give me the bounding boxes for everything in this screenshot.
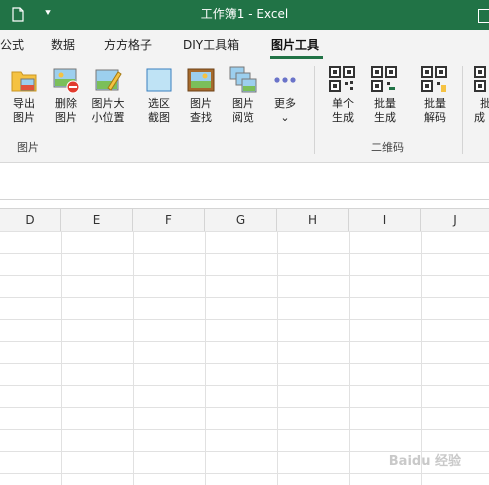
screenshot-icon (145, 66, 173, 94)
formula-bar-area[interactable] (0, 163, 489, 200)
find-image-button[interactable]: 图片 查找 (182, 66, 220, 125)
button-label: 更多 (274, 97, 296, 110)
ribbon-tabs: 公式 数据 方方格子 DIY工具箱 图片工具 (0, 30, 489, 60)
button-label: 生成 (374, 111, 396, 124)
button-label: 批 (480, 97, 489, 110)
qr-single-generate-button[interactable]: 单个 生成 (324, 66, 362, 125)
window-title: 工作簿1 - Excel (200, 7, 289, 21)
tab-formulas[interactable]: 公式 (0, 37, 24, 53)
button-label: 图片 (190, 97, 212, 110)
grid-line (205, 231, 206, 485)
qr-batch-generate-button[interactable]: 批量 生成 (366, 66, 404, 125)
button-label: 删除 (55, 97, 77, 110)
grid-line (349, 231, 350, 485)
qr-partial-icon (470, 66, 489, 94)
active-tab-indicator (270, 56, 323, 59)
cell-grid[interactable] (0, 231, 489, 485)
button-label: 生成 (332, 111, 354, 124)
button-label: 查找 (190, 111, 212, 124)
group-separator (314, 66, 315, 154)
column-header[interactable]: G (205, 209, 277, 231)
qr-decode-icon (421, 66, 449, 94)
button-label: 图片 (13, 111, 35, 124)
resize-image-icon (94, 66, 122, 94)
image-viewer-icon (229, 66, 257, 94)
column-header[interactable]: E (61, 209, 133, 231)
grid-line (133, 231, 134, 485)
export-image-button[interactable]: 导出 图片 (5, 66, 43, 125)
title-bar: ⯆ 工作簿1 - Excel (0, 0, 489, 30)
qr-single-icon (329, 66, 357, 94)
qr-batch-icon (371, 66, 399, 94)
grid-line (277, 231, 278, 485)
button-label: 图片 (55, 111, 77, 124)
button-label: 小位置 (91, 111, 125, 124)
qr-batch-decode-button[interactable]: 批量 解码 (416, 66, 454, 125)
delete-image-button[interactable]: 删除 图片 (47, 66, 85, 125)
window-control-icon[interactable] (478, 9, 489, 23)
button-label: 阅览 (232, 111, 254, 124)
button-label: 截图 (148, 111, 170, 124)
tab-fangfang[interactable]: 方方格子 (104, 37, 152, 53)
watermark: Baidu 经验 (388, 454, 461, 469)
button-label: 导出 (13, 97, 35, 110)
button-label: 图片大 (91, 97, 125, 110)
grid-line (421, 231, 422, 485)
chevron-down-icon: ⌄ (280, 111, 290, 124)
button-label: 图片 (232, 97, 254, 110)
group-label-image: 图片 (17, 141, 39, 154)
column-header[interactable]: I (349, 209, 421, 231)
button-label: 批量 (424, 97, 446, 110)
qr-partial-button[interactable]: 批 成 (470, 66, 489, 125)
find-image-icon (187, 66, 215, 94)
tab-diy-toolbox[interactable]: DIY工具箱 (183, 37, 239, 53)
ribbon: 导出 图片 删除 图片 图片大 小位置 选区 截图 图片 查找 图片 阅览 更多… (0, 60, 489, 163)
image-viewer-button[interactable]: 图片 阅览 (224, 66, 262, 125)
image-size-position-button[interactable]: 图片大 小位置 (89, 66, 127, 125)
column-header[interactable]: D (0, 209, 61, 231)
column-header-row: D E F G H I J (0, 208, 489, 232)
column-header[interactable]: J (421, 209, 489, 231)
more-button[interactable]: 更多 ⌄ (266, 66, 304, 125)
button-label: 单个 (332, 97, 354, 110)
group-label-qrcode: 二维码 (371, 141, 404, 154)
delete-image-icon (52, 66, 80, 94)
button-label: 批量 (374, 97, 396, 110)
selection-screenshot-button[interactable]: 选区 截图 (140, 66, 178, 125)
group-separator (462, 66, 463, 154)
export-image-icon (10, 66, 38, 94)
tab-data[interactable]: 数据 (51, 37, 75, 53)
column-header[interactable]: H (277, 209, 349, 231)
more-icon (271, 66, 299, 94)
column-header[interactable]: F (133, 209, 205, 231)
button-label: 解码 (424, 111, 446, 124)
grid-line (61, 231, 62, 485)
tab-image-tools[interactable]: 图片工具 (271, 37, 319, 53)
button-label: 选区 (148, 97, 170, 110)
button-label: 成 (474, 111, 485, 124)
